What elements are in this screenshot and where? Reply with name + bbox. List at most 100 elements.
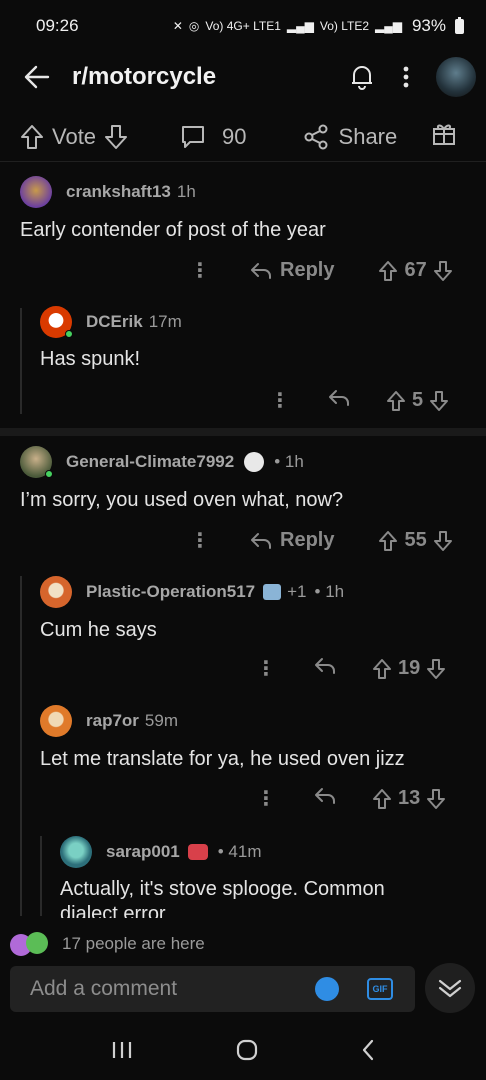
status-icons: ✕ ◎ Vo) 4G+ LTE1 ▂▄▆ Vo) LTE2 ▂▄▆ 93% — [173, 16, 464, 36]
upvote-icon[interactable] — [20, 124, 44, 150]
flair-icon — [187, 844, 208, 860]
avatar[interactable] — [40, 705, 72, 737]
comment-age: • 1h — [274, 452, 304, 471]
avatar[interactable] — [40, 306, 73, 338]
thread-line[interactable] — [20, 576, 22, 916]
comment-header: General-Climate7992 • 1h — [20, 446, 304, 478]
more-options-icon[interactable]: ⋮ — [256, 786, 276, 811]
comment-vote: 19 — [372, 657, 446, 680]
more-options-icon[interactable]: ⋮ — [190, 258, 210, 283]
reply-arrow-icon — [329, 389, 349, 406]
avatar[interactable] — [60, 836, 92, 868]
vote-count: 55 — [404, 529, 427, 551]
reply-arrow-icon — [251, 532, 271, 549]
share-icon — [304, 124, 328, 149]
comment-header: crankshaft13 1h — [20, 176, 196, 208]
comment-age: • 1h — [314, 582, 345, 601]
avatar[interactable] — [20, 176, 52, 208]
reply-button[interactable] — [314, 787, 336, 811]
vote-count: 5 — [412, 389, 424, 411]
share-button[interactable]: Share — [303, 123, 398, 150]
user-avatar[interactable] — [436, 57, 476, 97]
username[interactable]: General-Climate7992 — [66, 452, 234, 472]
comments-button[interactable]: 90 — [180, 123, 247, 150]
battery-icon — [455, 16, 464, 34]
reply-button[interactable]: Reply — [250, 529, 334, 552]
hotspot-icon: ◎ — [188, 19, 200, 33]
comment-text: Cum he says — [40, 619, 157, 641]
vote-count: 13 — [398, 787, 421, 809]
comment-age: 17m — [148, 312, 182, 331]
flair-icon — [263, 584, 282, 600]
award-button[interactable] — [431, 121, 457, 153]
upvote-icon[interactable] — [372, 658, 392, 680]
vote-count: 19 — [398, 657, 421, 679]
vote-count: 67 — [404, 259, 427, 281]
back-button[interactable] — [12, 57, 62, 97]
status-time: 09:26 — [36, 16, 79, 35]
online-indicator — [65, 330, 73, 338]
share-label: Share — [338, 123, 398, 149]
username[interactable]: DCErik — [86, 312, 143, 332]
subreddit-title[interactable]: r/motorcycle — [72, 63, 340, 91]
comment-age: 59m — [144, 711, 178, 730]
downvote-icon[interactable] — [426, 658, 446, 680]
upvote-icon[interactable] — [372, 788, 392, 810]
comment-text: Early contender of post of the year — [20, 219, 326, 241]
reply-label: Reply — [280, 259, 335, 281]
reply-button[interactable] — [314, 657, 336, 681]
reply-arrow-icon — [315, 657, 335, 674]
comment-input[interactable]: Add a comment — [30, 977, 315, 1001]
flair-icon — [244, 452, 265, 472]
thread-line[interactable] — [20, 308, 22, 414]
presence-row: 17 people are here — [0, 928, 486, 960]
username[interactable]: crankshaft13 — [66, 182, 171, 202]
downvote-icon[interactable] — [429, 390, 449, 412]
more-options-icon[interactable]: ⋮ — [190, 528, 210, 553]
comment-vote: 67 — [378, 259, 452, 282]
comment-text: Actually, it's stove splooge. Common — [60, 878, 385, 900]
reply-button[interactable]: Reply — [250, 259, 334, 282]
reply-button[interactable] — [328, 389, 350, 413]
emoji-icon[interactable] — [315, 977, 339, 1001]
downvote-icon[interactable] — [433, 260, 453, 282]
comment-text: Let me translate for ya, he used oven ji… — [40, 748, 405, 770]
post-action-bar: Vote 90 Share — [0, 112, 486, 162]
downvote-icon[interactable] — [433, 530, 453, 552]
home-icon[interactable] — [235, 1038, 259, 1062]
comment-count: 90 — [222, 123, 247, 149]
mute-icon: ✕ — [172, 19, 183, 33]
overflow-menu-button[interactable] — [384, 57, 428, 97]
username[interactable]: Plastic-Operation517 — [86, 582, 255, 602]
upvote-icon[interactable] — [378, 260, 398, 282]
downvote-icon[interactable] — [104, 124, 128, 150]
back-nav-icon[interactable] — [360, 1038, 376, 1062]
upvote-icon[interactable] — [386, 390, 406, 412]
username[interactable]: sarap001 — [106, 842, 180, 862]
comment-vote: 55 — [378, 529, 452, 552]
gif-button[interactable]: GIF — [367, 978, 393, 1000]
presence-text: 17 people are here — [62, 934, 205, 953]
signal2-icon: ▂▄▆ — [375, 19, 402, 33]
reply-arrow-icon — [251, 262, 271, 279]
more-options-icon[interactable]: ⋮ — [256, 656, 276, 681]
collapse-thread-button[interactable] — [425, 963, 475, 1013]
reply-arrow-icon — [315, 787, 335, 804]
notifications-button[interactable] — [340, 57, 384, 97]
downvote-icon[interactable] — [426, 788, 446, 810]
comment-composer[interactable]: Add a comment GIF — [10, 966, 415, 1012]
comment-actions: ⋮ 19 — [256, 656, 446, 681]
recent-apps-icon[interactable] — [110, 1040, 134, 1060]
comment-text-line2: dialect error — [60, 903, 166, 918]
more-options-icon[interactable]: ⋮ — [270, 388, 290, 413]
comment-age: • 41m — [217, 842, 262, 861]
battery-percent: 93% — [411, 16, 446, 35]
avatar[interactable] — [20, 446, 53, 478]
upvote-icon[interactable] — [378, 530, 398, 552]
thread-line[interactable] — [40, 836, 42, 916]
reply-label: Reply — [280, 529, 335, 551]
comment-vote: 13 — [372, 787, 446, 810]
avatar[interactable] — [40, 576, 72, 608]
thread-separator — [0, 428, 486, 436]
username[interactable]: rap7or — [86, 711, 139, 731]
